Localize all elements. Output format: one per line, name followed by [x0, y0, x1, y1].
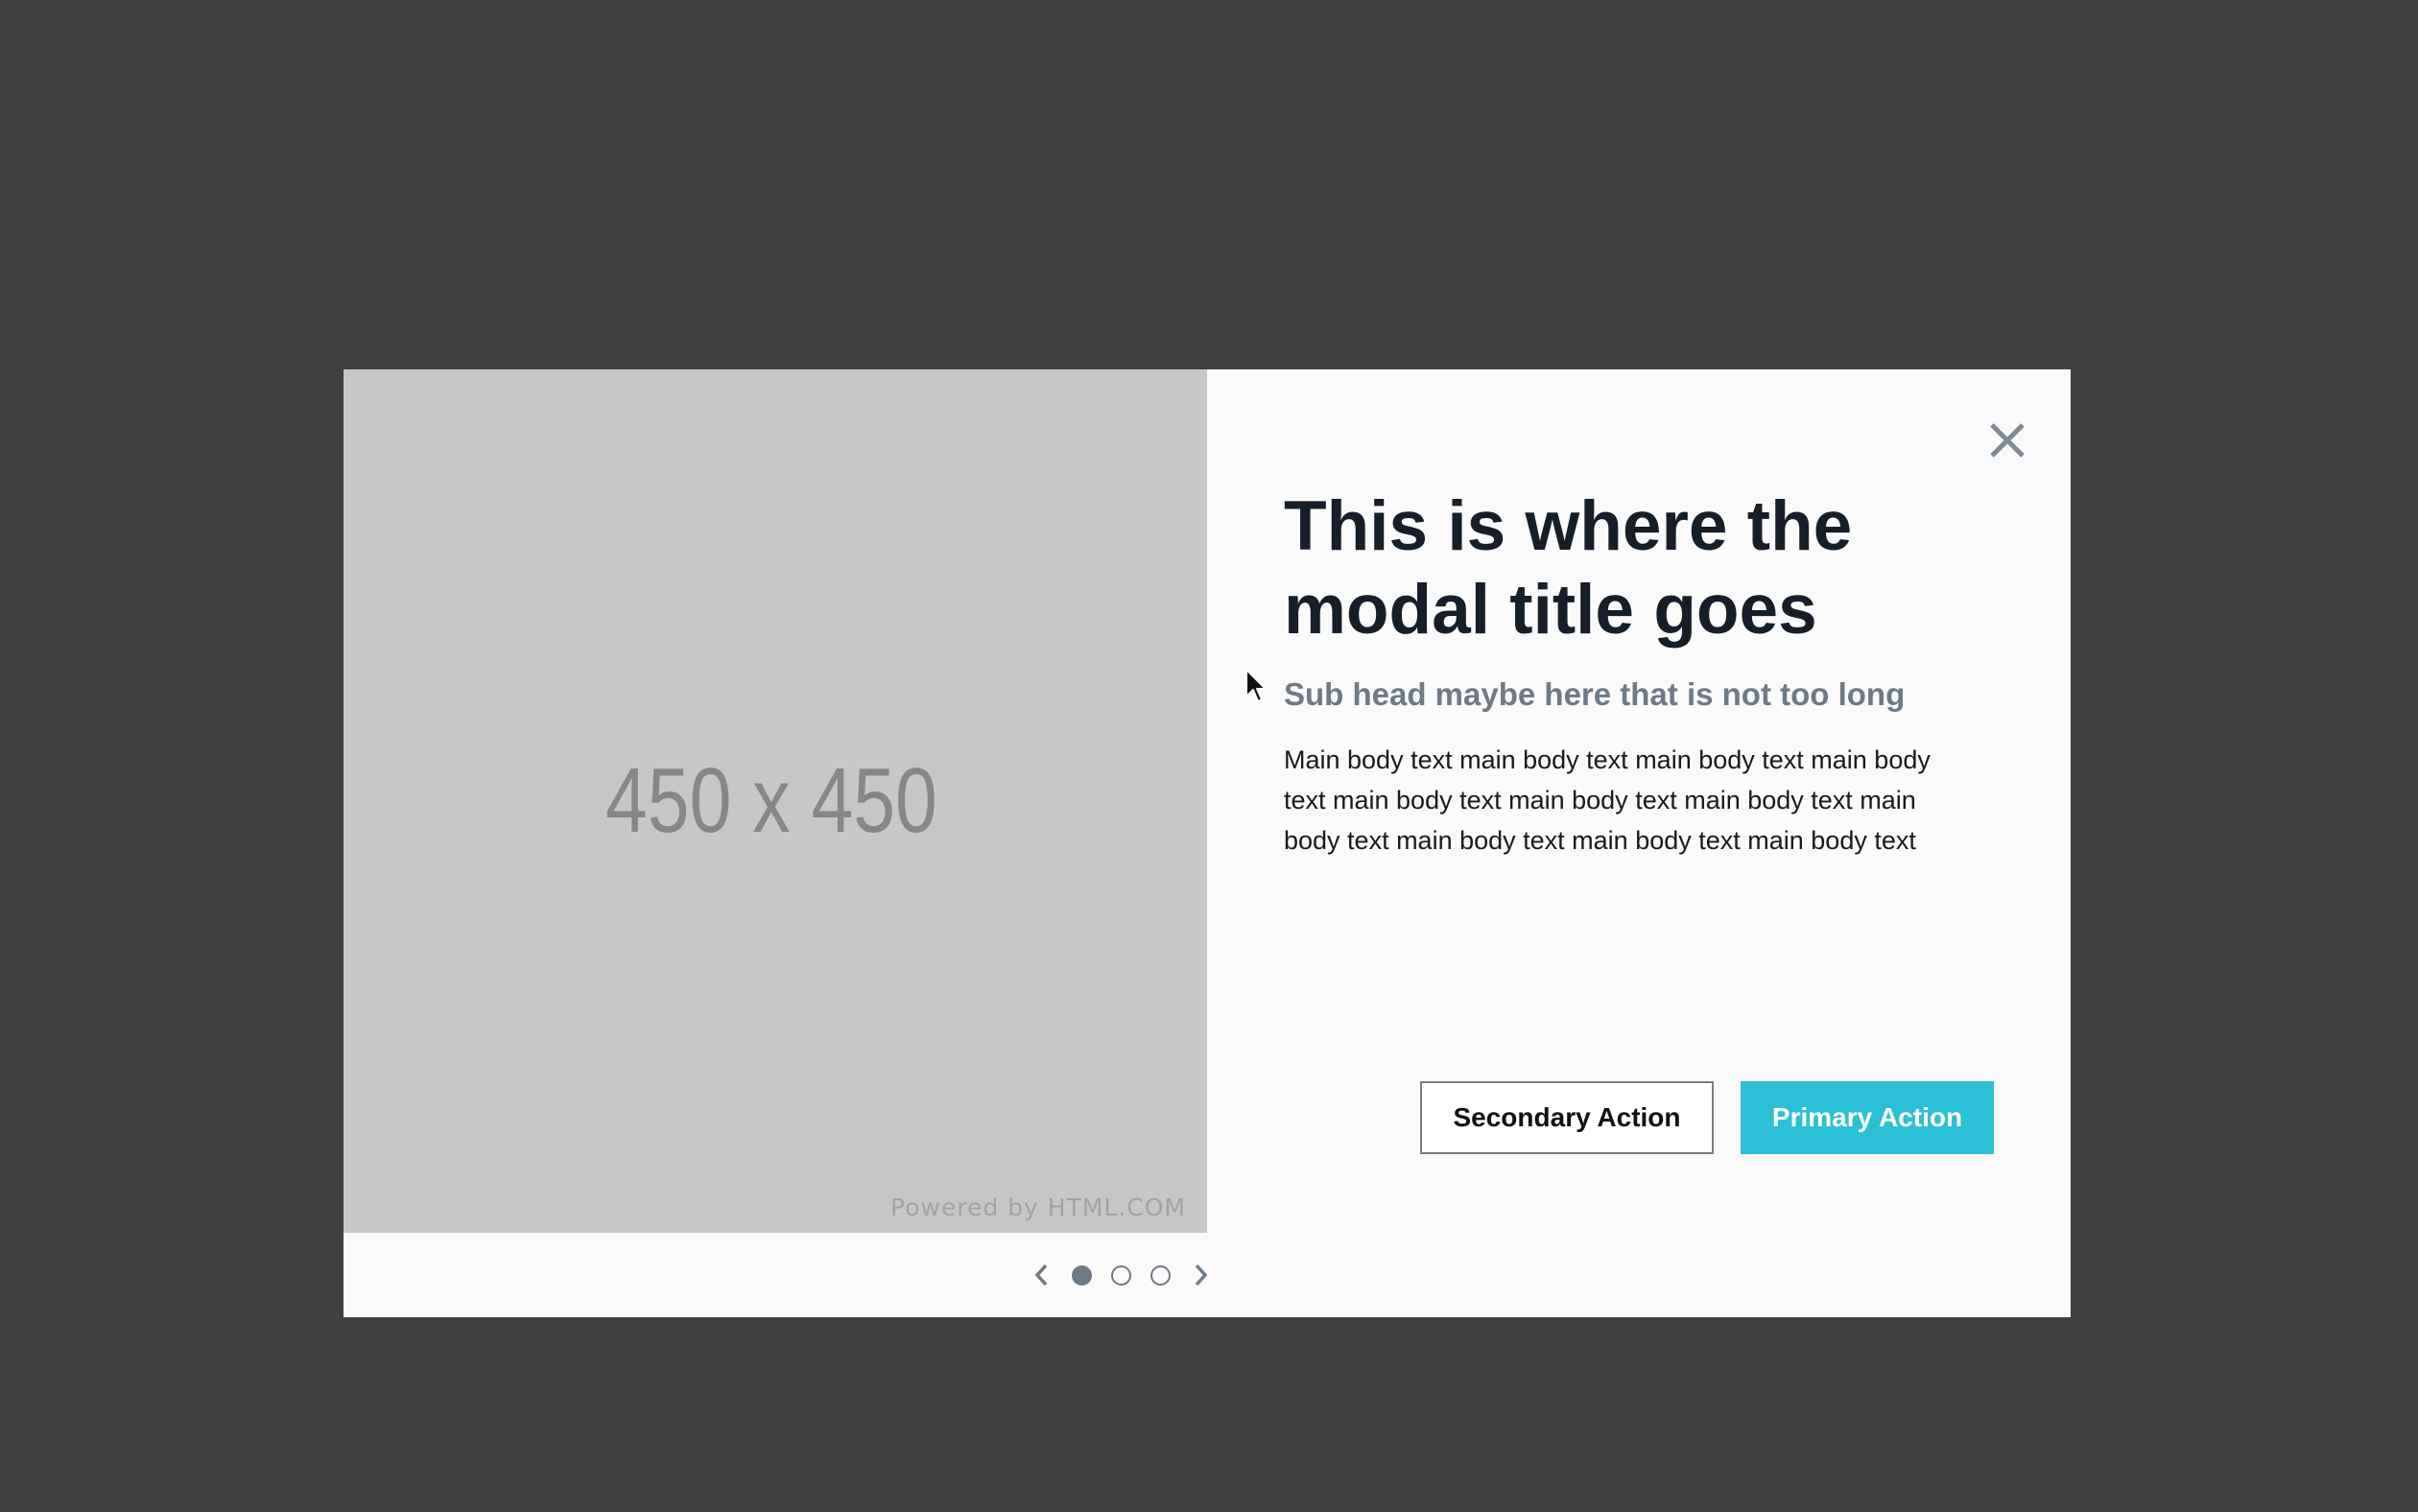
modal-subhead: Sub head maybe here that is not too long [1284, 676, 1906, 712]
pager-dot[interactable] [1150, 1264, 1171, 1286]
pager-dot[interactable] [1071, 1264, 1092, 1286]
next-slide-button[interactable] [1190, 1261, 1213, 1289]
carousel-pager [344, 1233, 2071, 1317]
secondary-action-button[interactable]: Secondary Action [1420, 1081, 1714, 1154]
close-button[interactable] [1986, 419, 2028, 461]
prev-slide-button[interactable] [1030, 1261, 1053, 1289]
modal-body-text: Main body text main body text main body … [1284, 745, 1931, 855]
modal-content: This is where the modal title goes Sub h… [1284, 484, 1994, 861]
chevron-right-icon [1195, 1264, 1207, 1287]
primary-action-button[interactable]: Primary Action [1741, 1081, 1994, 1154]
close-icon [1990, 423, 2025, 458]
mouse-cursor-icon [1245, 669, 1267, 702]
placeholder-image: 450 x 450 Powered by HTML.COM [344, 369, 1207, 1233]
chevron-left-icon [1034, 1264, 1047, 1287]
modal-dialog: 450 x 450 Powered by HTML.COM This is wh… [344, 369, 2071, 1317]
image-placeholder-text: 450 x 450 [605, 749, 937, 852]
modal-title: This is where the modal title goes [1284, 487, 1853, 649]
powered-by-label: Powered by HTML.COM [889, 1193, 1186, 1221]
pager-dot[interactable] [1110, 1264, 1131, 1286]
